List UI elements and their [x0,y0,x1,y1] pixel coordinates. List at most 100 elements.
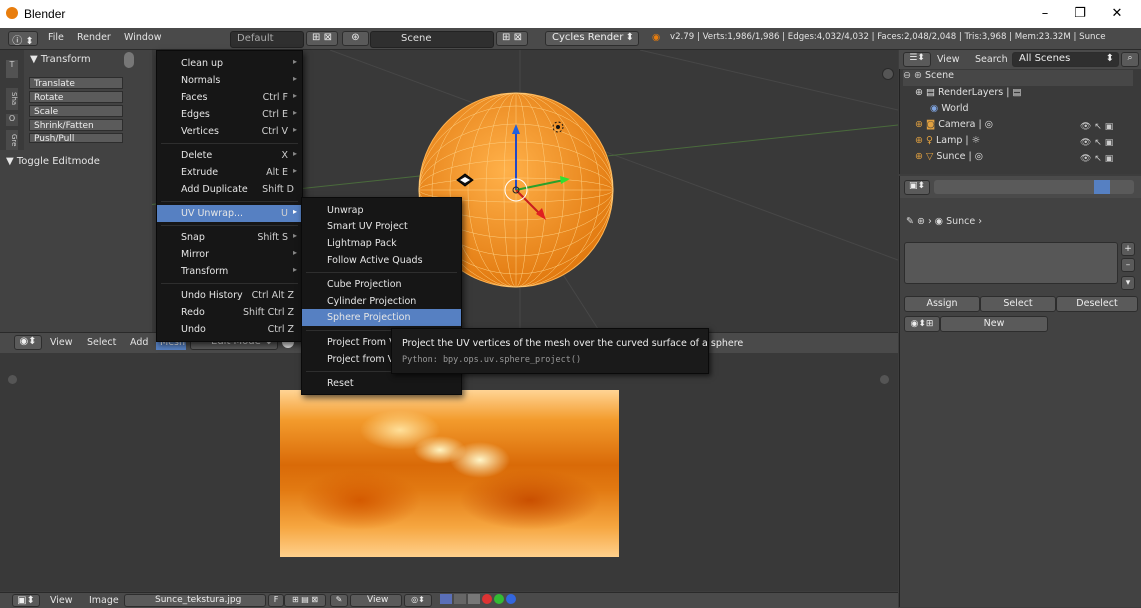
maximize-button[interactable]: ❐ [1065,4,1095,24]
menu-item-mirror[interactable]: Mirror ▸ [157,246,302,263]
menu-add[interactable]: Add [130,337,148,348]
properties-context-icons[interactable] [934,180,1134,194]
image-properties-region-icon[interactable] [880,375,889,384]
assign-button[interactable]: Assign [904,296,980,312]
layout-field[interactable]: Default [230,31,304,48]
image-menu-view[interactable]: View [50,595,73,606]
slot-specials-button[interactable]: ▾ [1121,276,1135,290]
editor-type-outliner-button[interactable]: ☰⬍ [903,52,931,67]
render-engine-label: Cycles Render [552,32,624,43]
close-button[interactable]: ✕ [1102,4,1132,24]
search-icon[interactable]: ⌕ [1121,52,1139,67]
material-browse-button[interactable]: ◉⬍⊞ [904,316,940,332]
tab-tools[interactable]: T [6,60,18,78]
translate-button[interactable]: Translate [29,77,123,89]
menu-item-add-duplicate[interactable]: Add Duplicate Shift D [157,181,302,198]
fake-user-button[interactable]: F [268,594,284,607]
minimize-button[interactable]: – [1030,4,1060,24]
menu-item-vertices[interactable]: Vertices Ctrl V ▸ [157,123,302,140]
shrink-fatten-button[interactable]: Shrink/Fatten [29,119,123,131]
image-browse-field[interactable]: Sunce_tekstura.jpg [124,594,266,607]
menu-item-undo[interactable]: Undo Ctrl Z [157,321,302,338]
outliner-row-world[interactable]: ◉ World [930,103,969,119]
outliner-menu-search[interactable]: Search [975,54,1008,65]
menu-item-redo[interactable]: Redo Shift Ctrl Z [157,304,302,321]
scene-icon[interactable]: ⊛ [342,31,369,46]
image-name: Sunce_tekstura.jpg [155,595,242,605]
outliner-restrict-columns[interactable]: 👁 ↖ ▣ 👁 ↖ ▣ 👁 ↖ ▣ [1080,119,1130,167]
outliner-row-camera[interactable]: ⊕ ◙ Camera | ◎ [915,119,993,135]
outliner-row-renderlayers[interactable]: ⊕ ▤ RenderLayers | ▤ [915,87,1021,103]
outliner-row-sunce[interactable]: ⊕ ▽ Sunce | ◎ [915,151,983,167]
menu-item-delete[interactable]: Delete X ▸ [157,147,302,164]
submenu-item-cylinder-projection[interactable]: Cylinder Projection [302,293,461,310]
outliner-filter-select[interactable]: All Scenes ⬍ [1012,52,1119,67]
tab-options[interactable]: O [6,114,18,126]
outliner-row-lamp[interactable]: ⊕ ♀ Lamp | ☼ [915,135,980,151]
scene-field[interactable]: Scene [370,31,494,48]
channel-buttons[interactable] [440,594,532,605]
properties-editor: ▣⬍ ✎ ⊛ › ◉ Sunce › + – ▾ Assign Select D… [899,176,1141,607]
editor-type-properties-button[interactable]: ▣⬍ [904,180,930,195]
material-slot-list[interactable] [904,242,1118,284]
world-icon: ◉ [930,103,942,114]
pin-icon[interactable]: ✎ [330,594,348,607]
outliner-row-scene[interactable]: ⊖ ⊛ Scene [903,70,1133,86]
new-material-button[interactable]: New [940,316,1048,332]
image-menu-image[interactable]: Image [89,595,119,606]
menu-item-snap[interactable]: Snap Shift S ▸ [157,229,302,246]
menu-separator [161,143,298,144]
add-slot-button[interactable]: + [1121,242,1135,256]
submenu-item-reset[interactable]: Reset [302,375,461,392]
submenu-item-cube-projection[interactable]: Cube Projection [302,276,461,293]
submenu-item-follow-active-quads[interactable]: Follow Active Quads [302,252,461,269]
outliner-header: ☰⬍ View Search All Scenes ⬍ ⌕ [899,50,1141,69]
image-tools-region-icon[interactable] [8,375,17,384]
scene-add-remove[interactable]: ⊞ ⊠ [496,31,528,46]
tab-shading[interactable]: Sha [6,88,18,110]
menu-item-transform[interactable]: Transform ▸ [157,263,302,280]
menu-separator [161,201,298,202]
menu-render[interactable]: Render [77,32,111,43]
tab-grease[interactable]: Gre [6,130,18,150]
editor-type-3d-button[interactable]: ◉⬍ [14,335,42,350]
remove-slot-button[interactable]: – [1121,258,1135,272]
properties-tabs[interactable]: ▣⬍ [900,176,1141,198]
layout-add-remove[interactable]: ⊞ ⊠ [306,31,338,46]
transform-panel-title[interactable]: ▼ Transform [30,54,91,65]
lamp-object-icon[interactable] [548,117,568,137]
toolshelf-scrollbar[interactable] [124,52,134,68]
deselect-button[interactable]: Deselect [1056,296,1138,312]
menu-item-normals[interactable]: Normals ▸ [157,72,302,89]
menu-item-uv-unwrap[interactable]: UV Unwrap... U ▸ [157,205,302,222]
menu-select[interactable]: Select [87,337,116,348]
menu-window[interactable]: Window [124,32,161,43]
editor-type-image-button[interactable]: ▣⬍ [12,594,40,607]
pivot-select[interactable]: ◎⬍ [404,594,432,607]
menu-view[interactable]: View [50,337,73,348]
submenu-item-unwrap[interactable]: Unwrap [302,202,461,219]
rotate-button[interactable]: Rotate [29,91,123,103]
menu-file[interactable]: File [48,32,64,43]
view-mode-select[interactable]: View [350,594,402,607]
viewport-add-region-icon[interactable] [882,68,894,80]
material-tab-active[interactable] [1094,180,1110,194]
menu-item-clean-up[interactable]: Clean up ▸ [157,55,302,72]
menu-item-undo-history[interactable]: Undo History Ctrl Alt Z [157,287,302,304]
menu-item-faces[interactable]: Faces Ctrl F ▸ [157,89,302,106]
push-pull-button[interactable]: Push/Pull [29,133,123,144]
menu-item-edges[interactable]: Edges Ctrl E ▸ [157,106,302,123]
outliner-menu-view[interactable]: View [937,54,960,65]
sun-texture-image[interactable] [280,390,619,557]
image-new-open-buttons[interactable]: ⊞ ▤ ⊠ [284,594,326,607]
scale-button[interactable]: Scale [29,105,123,117]
menu-item-extrude[interactable]: Extrude Alt E ▸ [157,164,302,181]
render-engine-select[interactable]: Cycles Render ⬍ [545,31,639,46]
camera-object-icon[interactable] [455,172,475,188]
editor-type-button[interactable]: ⓘ ⬍ [8,31,38,47]
submenu-item-smart-uv-project[interactable]: Smart UV Project [302,218,461,235]
submenu-item-lightmap-pack[interactable]: Lightmap Pack [302,235,461,252]
select-button[interactable]: Select [980,296,1056,312]
submenu-item-sphere-projection[interactable]: Sphere Projection [302,309,461,326]
toggle-editmode-panel[interactable]: ▼ Toggle Editmode [6,156,100,167]
